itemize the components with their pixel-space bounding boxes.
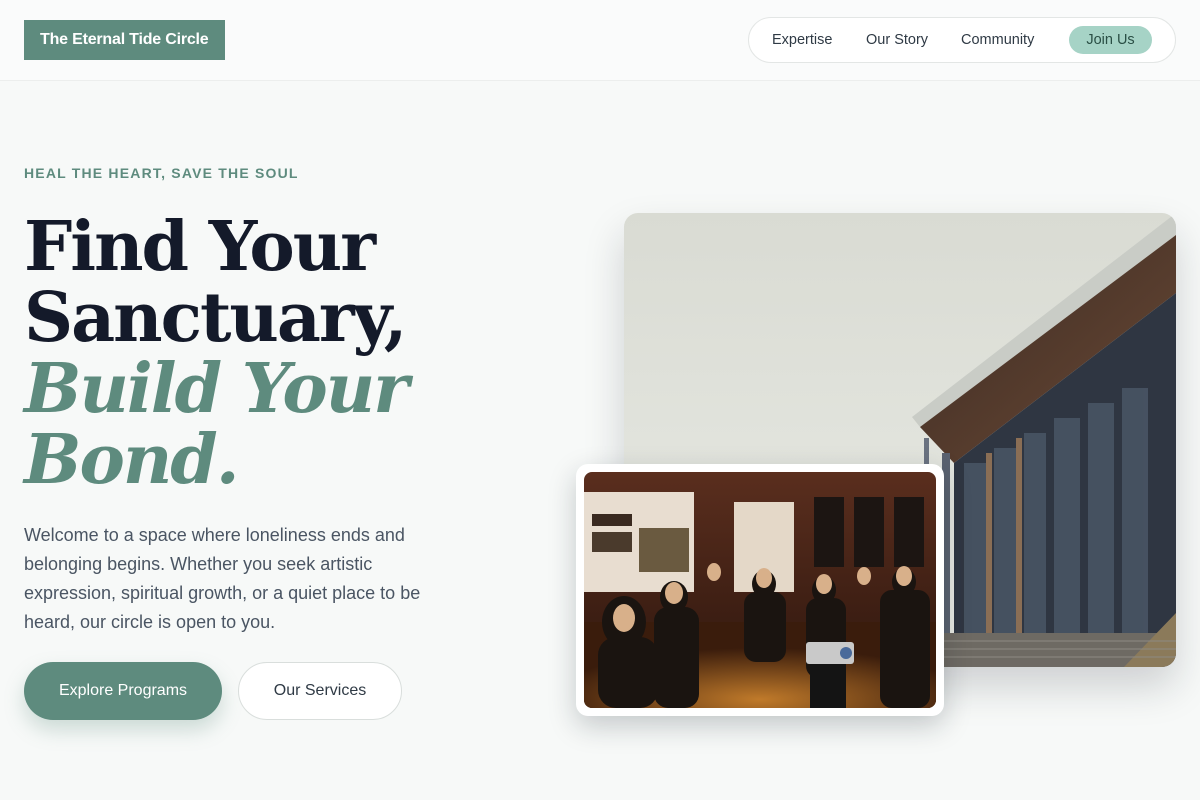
nav-link-our-story[interactable]: Our Story <box>866 32 928 48</box>
explore-programs-button[interactable]: Explore Programs <box>24 662 222 720</box>
nav-link-community[interactable]: Community <box>961 32 1034 48</box>
site-logo[interactable]: The Eternal Tide Circle <box>24 20 225 60</box>
hero-intro: Welcome to a space where loneliness ends… <box>24 525 421 632</box>
site-header: The Eternal Tide Circle Expertise Our St… <box>0 0 1200 81</box>
nav-link-expertise[interactable]: Expertise <box>772 32 832 48</box>
headline-accent-line: Build Your <box>24 349 409 429</box>
main-nav: Expertise Our Story Community Join Us <box>748 17 1176 63</box>
headline-accent-line: Bond. <box>24 420 240 500</box>
headline-line: Find Your <box>24 207 376 287</box>
hero-eyebrow: HEAL THE HEART, SAVE THE SOUL <box>24 165 299 181</box>
headline-line: Sanctuary, <box>24 278 407 358</box>
hero-headline: Find Your Sanctuary, Build Your Bond. <box>24 212 504 496</box>
community-gathering-photo <box>584 472 936 708</box>
our-services-button[interactable]: Our Services <box>238 662 402 720</box>
join-us-button[interactable]: Join Us <box>1069 26 1152 54</box>
community-gathering-card <box>576 464 944 716</box>
